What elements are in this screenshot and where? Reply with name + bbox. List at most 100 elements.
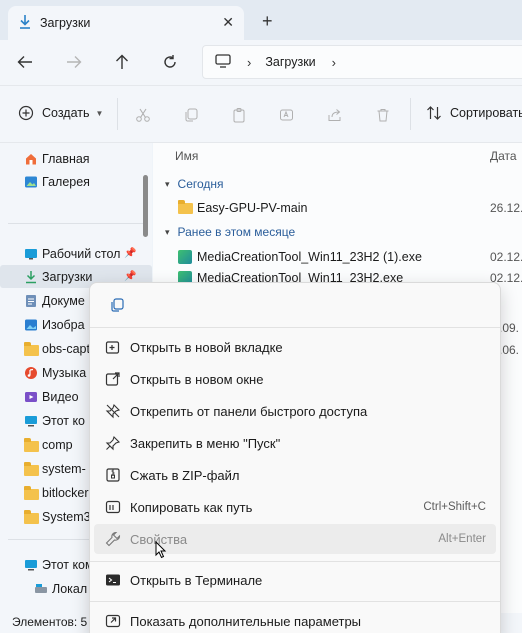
- navigation-bar: › Загрузки ›: [0, 40, 522, 85]
- sidebar-item-label: Локал: [52, 581, 88, 596]
- delete-button[interactable]: [373, 105, 393, 125]
- menu-item-show-more-options[interactable]: Показать дополнительные параметры: [94, 606, 496, 633]
- sort-button[interactable]: Сортировать: [426, 105, 522, 121]
- open-window-icon: [104, 371, 122, 387]
- menu-item-label: Открыть в новой вкладке: [130, 339, 283, 355]
- copy-icon: [185, 108, 198, 122]
- monitor-icon: [215, 53, 231, 71]
- scissors-icon: [136, 108, 150, 122]
- file-date: 26.12.: [490, 201, 522, 215]
- new-tab-icon: [104, 339, 122, 355]
- menu-item-label: Сжать в ZIP-файл: [130, 467, 240, 483]
- rename-button[interactable]: [277, 105, 297, 125]
- table-row[interactable]: MediaCreationTool_Win11_23H2 (1).exe 02.…: [153, 246, 522, 268]
- menu-item-shortcut: Ctrl+Shift+C: [423, 501, 486, 513]
- group-header-today[interactable]: ▾ Сегодня: [165, 177, 224, 191]
- close-tab-icon[interactable]: ✕: [222, 14, 234, 31]
- unpin-icon: [104, 403, 122, 419]
- sidebar-item-label: Рабочий стол: [42, 246, 121, 261]
- menu-item-copy-path[interactable]: Копировать как путь Ctrl+Shift+C: [94, 492, 496, 522]
- rename-icon: [280, 109, 293, 121]
- breadcrumb-separator-end[interactable]: ›: [332, 55, 336, 70]
- divider: [90, 561, 500, 562]
- file-date: 02.12.: [490, 250, 522, 264]
- menu-item-compress-zip[interactable]: Сжать в ZIP-файл: [94, 460, 496, 490]
- more-options-icon: [104, 613, 122, 629]
- arrow-right-icon: [67, 56, 82, 68]
- scrollbar-thumb[interactable]: [143, 175, 148, 237]
- monitor-icon: [24, 414, 38, 428]
- new-tab-button[interactable]: +: [262, 12, 273, 30]
- divider: [410, 98, 411, 130]
- arrow-up-icon: [116, 54, 128, 69]
- sidebar-item-label: bitlocker: [42, 485, 89, 500]
- copy-button[interactable]: [181, 105, 201, 125]
- desktop-icon: [24, 247, 38, 261]
- column-header-name[interactable]: Имя: [175, 149, 198, 163]
- create-button[interactable]: Создать ▼: [18, 105, 103, 121]
- copy-path-icon: [104, 499, 122, 515]
- address-bar[interactable]: › Загрузки ›: [202, 45, 522, 79]
- create-label: Создать: [42, 106, 90, 120]
- menu-item-label: Открыть в Терминале: [130, 572, 263, 588]
- command-bar: Создать ▼ Сортировать: [0, 85, 522, 143]
- divider: [8, 223, 144, 224]
- menu-item-label: Копировать как путь: [130, 499, 253, 515]
- zip-icon: [104, 467, 122, 483]
- menu-item-unpin-quick-access[interactable]: Открепить от панели быстрого доступа: [94, 396, 496, 426]
- folder-icon: [178, 199, 193, 214]
- chevron-down-icon: ▾: [165, 178, 170, 189]
- menu-item-shortcut: Alt+Enter: [438, 533, 486, 545]
- sidebar-item-gallery[interactable]: Галерея: [0, 170, 152, 193]
- table-row[interactable]: Easy-GPU-PV-main 26.12.: [153, 197, 522, 219]
- divider: [90, 601, 500, 602]
- share-button[interactable]: [325, 105, 345, 125]
- home-icon: [24, 152, 38, 166]
- sidebar-item-label: System3: [42, 509, 91, 524]
- sidebar-item-label: system-: [42, 461, 86, 476]
- sidebar-item-label: obs-capt: [42, 341, 90, 356]
- sidebar-item-home[interactable]: Главная: [0, 147, 152, 170]
- clipboard-icon: [233, 108, 245, 123]
- folder-icon: [24, 485, 39, 500]
- breadcrumb-separator[interactable]: ›: [247, 55, 251, 70]
- plus-circle-icon: [18, 105, 34, 121]
- mouse-cursor-icon: [155, 540, 167, 562]
- title-bar: Загрузки ✕ +: [0, 0, 522, 40]
- terminal-icon: [104, 572, 122, 588]
- exe-icon: [178, 250, 192, 264]
- file-name: MediaCreationTool_Win11_23H2 (1).exe: [197, 250, 422, 264]
- copy-button[interactable]: [102, 293, 132, 317]
- pictures-icon: [24, 318, 38, 332]
- menu-item-open-new-window[interactable]: Открыть в новом окне: [94, 364, 496, 394]
- context-menu: Открыть в новой вкладке Открыть в новом …: [89, 282, 501, 633]
- forward-button[interactable]: [63, 52, 85, 72]
- group-header-earlier-this-month[interactable]: ▾ Ранее в этом месяце: [165, 225, 295, 239]
- refresh-button[interactable]: [159, 52, 181, 72]
- cut-button[interactable]: [133, 105, 153, 125]
- menu-item-open-new-tab[interactable]: Открыть в новой вкладке: [94, 332, 496, 362]
- sidebar-item-label: Загрузки: [42, 269, 93, 284]
- gallery-icon: [24, 175, 38, 189]
- up-button[interactable]: [111, 52, 133, 72]
- paste-button[interactable]: [229, 105, 249, 125]
- sort-label: Сортировать: [450, 106, 522, 120]
- file-date-partial: .09.: [499, 321, 520, 335]
- tab-downloads[interactable]: Загрузки ✕: [8, 6, 244, 40]
- sidebar-item-desktop[interactable]: Рабочий стол 📌: [0, 242, 152, 265]
- menu-item-pin-start[interactable]: Закрепить в меню "Пуск": [94, 428, 496, 458]
- copy-icon: [111, 298, 124, 312]
- menu-item-open-terminal[interactable]: Открыть в Терминале: [94, 565, 496, 595]
- back-button[interactable]: [14, 52, 36, 72]
- column-header-date[interactable]: Дата: [490, 149, 517, 163]
- breadcrumb-downloads[interactable]: Загрузки: [265, 55, 315, 69]
- pin-icon[interactable]: 📌: [124, 248, 136, 259]
- sidebar-item-label: Изобра: [42, 317, 85, 332]
- file-name: Easy-GPU-PV-main: [197, 201, 308, 215]
- pin-icon[interactable]: 📌: [124, 271, 136, 282]
- sidebar-item-label: Музыка: [42, 365, 87, 380]
- sidebar-item-label: Галерея: [42, 174, 90, 189]
- refresh-icon: [164, 55, 176, 68]
- folder-icon: [24, 461, 39, 476]
- drive-icon: [34, 582, 48, 596]
